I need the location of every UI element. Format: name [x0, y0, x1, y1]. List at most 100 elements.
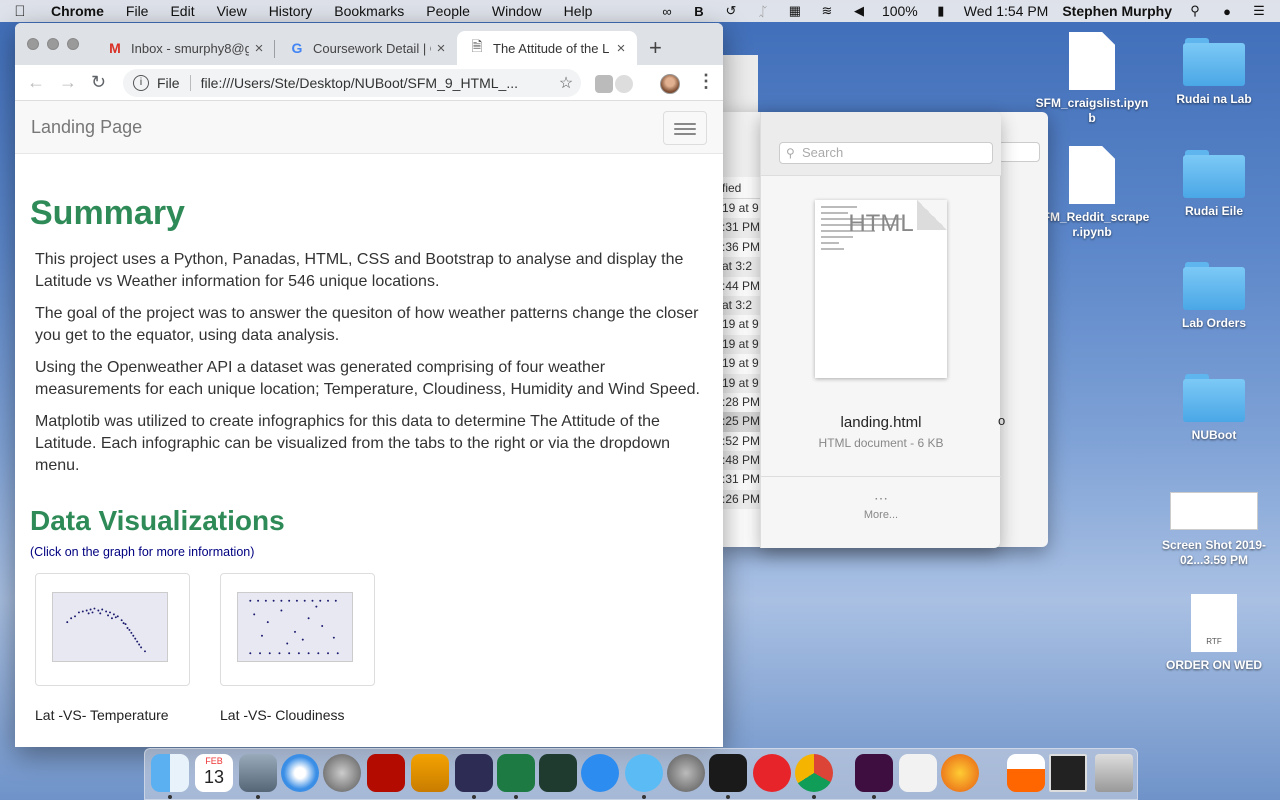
- graph-thumbnail-link[interactable]: [35, 573, 190, 686]
- safari-icon[interactable]: [281, 754, 319, 792]
- list-item[interactable]: :26 PM: [722, 489, 760, 510]
- trash-icon[interactable]: [1095, 754, 1133, 792]
- profile-avatar[interactable]: [660, 74, 680, 94]
- viz-card-caption[interactable]: Lat -VS- Temperature: [35, 707, 190, 723]
- bluetooth-icon[interactable]: ᛢ: [754, 4, 772, 19]
- excel-icon[interactable]: [497, 754, 535, 792]
- info-icon[interactable]: i: [133, 75, 149, 91]
- list-item[interactable]: at 3:2: [722, 257, 760, 277]
- desktop-folder-rudai-na-lab[interactable]: Rudai na Lab: [1154, 38, 1274, 107]
- url-text[interactable]: file:///Users/Ste/Desktop/NUBoot/SFM_9_H…: [201, 75, 551, 91]
- reload-button[interactable]: ↻: [91, 72, 106, 93]
- close-tab-icon[interactable]: ×: [431, 40, 451, 57]
- bookmark-star-icon[interactable]: ☆: [551, 73, 581, 93]
- desktop-folder-rudai-eile[interactable]: Rudai Eile: [1154, 150, 1274, 219]
- address-bar[interactable]: i File file:///Users/Ste/Desktop/NUBoot/…: [123, 69, 581, 97]
- app-store-icon[interactable]: [581, 754, 619, 792]
- desktop-folder-lab-orders[interactable]: Lab Orders: [1154, 262, 1274, 331]
- vlc-icon[interactable]: [1007, 754, 1045, 792]
- news-icon[interactable]: [753, 754, 791, 792]
- menu-user[interactable]: Stephen Murphy: [1062, 3, 1172, 19]
- tab-gmail[interactable]: M Inbox - smurphy8@g ×: [95, 31, 275, 65]
- viz-card-temperature[interactable]: Lat -VS- Temperature: [35, 573, 190, 723]
- list-item[interactable]: :48 PM: [722, 451, 760, 471]
- back-button[interactable]: ←: [27, 72, 45, 93]
- time-machine-icon[interactable]: ↺: [722, 3, 740, 19]
- chrome-menu-icon[interactable]: ⋮: [697, 71, 715, 92]
- menu-window[interactable]: Window: [481, 3, 553, 19]
- photos-app-icon[interactable]: [539, 754, 577, 792]
- menu-app-name[interactable]: Chrome: [40, 3, 115, 19]
- menu-view[interactable]: View: [206, 3, 258, 19]
- siri-icon[interactable]: ●: [1218, 4, 1236, 19]
- finder-search-field-edge[interactable]: [998, 142, 1040, 162]
- battery-percent[interactable]: 100%: [882, 3, 918, 19]
- extension-icon[interactable]: [615, 75, 633, 93]
- preview-icon[interactable]: [239, 754, 277, 792]
- zoom-window-button[interactable]: [67, 38, 79, 50]
- new-tab-button[interactable]: +: [649, 35, 662, 61]
- list-item[interactable]: :52 PM: [722, 432, 760, 451]
- menu-edit[interactable]: Edit: [159, 3, 205, 19]
- viz-card-caption[interactable]: Lat -VS- Cloudiness: [220, 707, 375, 723]
- list-item[interactable]: 19 at 9: [722, 199, 760, 218]
- extension-icon[interactable]: [595, 75, 613, 93]
- url-scheme-chip[interactable]: File: [157, 75, 191, 91]
- firefox-icon[interactable]: [941, 754, 979, 792]
- menu-history[interactable]: History: [258, 3, 324, 19]
- menu-clock[interactable]: Wed 1:54 PM: [964, 3, 1049, 19]
- menu-people[interactable]: People: [415, 3, 481, 19]
- notification-center-icon[interactable]: ☰: [1250, 3, 1268, 19]
- list-item[interactable]: :31 PM: [722, 218, 760, 238]
- tab-attitude[interactable]: 🗎 The Attitude of the L ×: [457, 31, 637, 65]
- desktop-file-order-on-wed[interactable]: RTF ORDER ON WED: [1154, 594, 1274, 673]
- creative-cloud-icon[interactable]: ∞: [658, 4, 676, 19]
- slack-icon[interactable]: [855, 754, 893, 792]
- desktop-folder-nuboot[interactable]: NUBoot: [1154, 374, 1274, 443]
- close-tab-icon[interactable]: ×: [249, 40, 269, 57]
- list-item[interactable]: 19 at 9: [722, 334, 760, 355]
- chrome-icon[interactable]: [795, 754, 833, 792]
- textedit-icon[interactable]: [899, 754, 937, 792]
- messages-icon[interactable]: [625, 754, 663, 792]
- launchpad-icon[interactable]: [323, 754, 361, 792]
- forward-button[interactable]: →: [59, 72, 77, 93]
- menu-help[interactable]: Help: [553, 3, 604, 19]
- spotlight-icon[interactable]: ⚲: [1186, 3, 1204, 19]
- list-item[interactable]: :28 PM: [722, 393, 760, 412]
- calendar-icon[interactable]: FEB 13: [195, 754, 233, 792]
- memory-icon[interactable]: ▦: [786, 3, 804, 19]
- list-item[interactable]: 19 at 9: [722, 315, 760, 334]
- list-item[interactable]: 19 at 9: [722, 354, 760, 373]
- finder-search-input[interactable]: ⚲ Search: [779, 142, 993, 164]
- desktop-file-screenshot[interactable]: Screen Shot 2019-02...3.59 PM: [1154, 492, 1274, 568]
- list-item[interactable]: at 3:2: [722, 295, 760, 316]
- close-window-button[interactable]: [27, 38, 39, 50]
- menu-file[interactable]: File: [115, 3, 160, 19]
- screenshot-window-icon[interactable]: [1049, 754, 1087, 792]
- finder-file-list[interactable]: fied 19 at 9 :31 PM :36 PM at 3:2 :44 PM…: [722, 177, 760, 547]
- vscode-icon[interactable]: [455, 754, 493, 792]
- finder-icon[interactable]: [151, 754, 189, 792]
- list-item[interactable]: :36 PM: [722, 238, 760, 257]
- navbar-brand-link[interactable]: Landing Page: [31, 117, 142, 138]
- more-button[interactable]: ⋯ More...: [761, 490, 1001, 521]
- tab-coursework[interactable]: G Coursework Detail | C ×: [277, 31, 457, 65]
- list-item[interactable]: :25 PM: [722, 412, 760, 432]
- battery-icon[interactable]: ▮: [932, 3, 950, 19]
- wifi-icon[interactable]: ≋: [818, 3, 836, 19]
- graph-thumbnail-link[interactable]: [220, 573, 375, 686]
- volume-icon[interactable]: ◀: [850, 3, 868, 19]
- viz-card-cloudiness[interactable]: Lat -VS- Cloudiness: [220, 573, 375, 723]
- dictionary-icon[interactable]: [411, 754, 449, 792]
- terminal-icon[interactable]: [709, 754, 747, 792]
- menu-bookmarks[interactable]: Bookmarks: [323, 3, 415, 19]
- desktop-file-craigslist[interactable]: SFM_craigslist.ipynb: [1032, 32, 1152, 126]
- bi-icon[interactable]: B: [690, 4, 708, 19]
- file-preview-thumbnail[interactable]: HTML: [815, 200, 947, 378]
- desktop-file-reddit-scraper[interactable]: SFM_Reddit_scraper.ipynb: [1032, 146, 1152, 240]
- date-modified-column-header[interactable]: fied: [722, 177, 760, 199]
- list-item[interactable]: :44 PM: [722, 277, 760, 296]
- navbar-toggle-button[interactable]: [663, 111, 707, 145]
- list-item[interactable]: 19 at 9: [722, 373, 760, 393]
